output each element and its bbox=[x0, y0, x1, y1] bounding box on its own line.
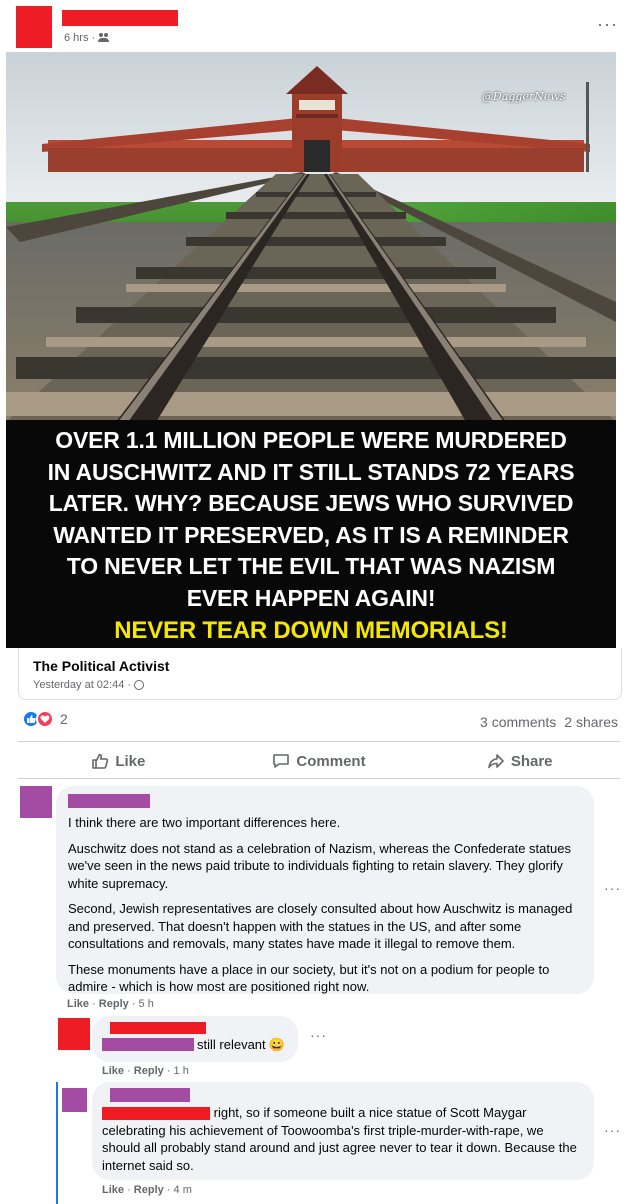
reply-avatar-redacted[interactable] bbox=[58, 1018, 90, 1050]
comment-label: Comment bbox=[296, 752, 366, 770]
reply-options-button[interactable]: ··· bbox=[604, 1122, 621, 1138]
comment-bubble-icon bbox=[273, 754, 290, 768]
post-image[interactable]: @DaggerNews OVER 1.1 MILLION PEOPLE WERE… bbox=[6, 52, 616, 648]
reply-text: celebrating his achievement of Toowoomba… bbox=[102, 1122, 577, 1173]
reply-like-button[interactable]: Like bbox=[102, 1184, 124, 1196]
like-button[interactable]: Like bbox=[18, 746, 219, 776]
comment-text: Auschwitz does not stand as a celebratio… bbox=[68, 840, 571, 891]
comment-text: Second, Jewish representatives are close… bbox=[68, 901, 573, 951]
comment-options-button[interactable]: ··· bbox=[604, 880, 621, 896]
author-avatar-redacted[interactable] bbox=[16, 6, 52, 48]
comment-like-button[interactable]: Like bbox=[67, 998, 89, 1010]
comment-text: These monuments have a place in our soci… bbox=[68, 961, 550, 995]
reaction-count: 2 bbox=[60, 711, 68, 727]
thumbs-up-icon bbox=[92, 753, 109, 769]
reply-time[interactable]: 4 m bbox=[174, 1184, 192, 1196]
reply-text: right, so if someone built a nice statue… bbox=[213, 1105, 527, 1120]
engagement-counts: 3 comments 2 shares bbox=[480, 714, 618, 730]
reply-author-name-redacted[interactable] bbox=[110, 1088, 190, 1102]
author-name-redacted[interactable] bbox=[62, 10, 178, 26]
reply-avatar-redacted[interactable] bbox=[62, 1088, 87, 1112]
smile-emoji-icon: 😀 bbox=[268, 1037, 285, 1052]
caption-line: TO NEVER LET THE EVIL THAT WAS NAZISM bbox=[66, 553, 556, 579]
reply-reply-button[interactable]: Reply bbox=[134, 1184, 164, 1196]
caption-line: LATER. WHY? BECAUSE JEWS WHO SURVIVED bbox=[48, 490, 574, 516]
shared-post-time[interactable]: Yesterday at 02:44 · bbox=[33, 679, 131, 691]
caption-text: OVER 1.1 MILLION PEOPLE WERE MURDERED IN… bbox=[6, 420, 616, 614]
comments-count-link[interactable]: 3 comments bbox=[480, 714, 556, 730]
post-time[interactable]: 6 hrs · bbox=[64, 32, 95, 44]
auschwitz-scene-illustration bbox=[6, 66, 616, 422]
reply-time[interactable]: 1 h bbox=[174, 1065, 189, 1077]
share-button[interactable]: Share bbox=[419, 746, 620, 776]
caption-highlight: NEVER TEAR DOWN MEMORIALS! bbox=[114, 617, 508, 644]
comment-button[interactable]: Comment bbox=[219, 746, 420, 776]
reply-actions: Like · Reply · 4 m bbox=[102, 1184, 192, 1196]
caption-line: IN AUSCHWITZ AND IT STILL STANDS 72 YEAR… bbox=[47, 458, 575, 485]
shared-page-name[interactable]: The Political Activist bbox=[33, 658, 169, 674]
love-reaction-icon bbox=[36, 710, 54, 728]
reply-like-button[interactable]: Like bbox=[102, 1065, 124, 1077]
comment-actions: Like · Reply · 5 h bbox=[67, 998, 154, 1010]
caption-line: WANTED IT PRESERVED, AS IT IS A REMINDER bbox=[53, 521, 569, 548]
reply-bubble: still relevant 😀 bbox=[92, 1016, 298, 1062]
reactions-summary[interactable]: 2 bbox=[22, 710, 68, 728]
facebook-post: 6 hrs · ··· @DaggerNews OVER 1.1 MILLION… bbox=[0, 0, 640, 1204]
commenter-name-redacted[interactable] bbox=[68, 794, 150, 808]
shared-page-card[interactable]: The Political Activist Yesterday at 02:4… bbox=[18, 648, 622, 700]
comment-bubble: I think there are two important differen… bbox=[56, 786, 594, 994]
shares-count-link[interactable]: 2 shares bbox=[564, 714, 618, 730]
caption-line: OVER 1.1 MILLION PEOPLE WERE MURDERED bbox=[55, 427, 567, 453]
caption-line: EVER HAPPEN AGAIN! bbox=[186, 584, 436, 611]
comment-reply-button[interactable]: Reply bbox=[99, 998, 129, 1010]
reply-text-block: right, so if someone built a nice statue… bbox=[102, 1104, 584, 1174]
post-meta: 6 hrs · bbox=[64, 32, 110, 44]
commenter-avatar-redacted[interactable] bbox=[20, 786, 52, 818]
share-arrow-icon bbox=[488, 754, 504, 769]
divider bbox=[18, 778, 620, 779]
globe-public-icon bbox=[134, 680, 145, 690]
reply-options-button[interactable]: ··· bbox=[310, 1027, 327, 1043]
image-caption: OVER 1.1 MILLION PEOPLE WERE MURDERED IN… bbox=[6, 420, 616, 648]
reply-bubble: right, so if someone built a nice statue… bbox=[92, 1082, 594, 1180]
comment-text: I think there are two important differen… bbox=[68, 815, 341, 830]
like-label: Like bbox=[115, 752, 146, 770]
share-label: Share bbox=[510, 752, 553, 770]
shared-post-meta: Yesterday at 02:44 · bbox=[33, 679, 145, 691]
reply-text-row: still relevant 😀 bbox=[102, 1036, 288, 1054]
image-watermark: @DaggerNews bbox=[482, 90, 566, 103]
reply-reply-button[interactable]: Reply bbox=[134, 1065, 164, 1077]
reply-text: still relevant bbox=[197, 1037, 266, 1052]
reply-actions: Like · Reply · 1 h bbox=[102, 1065, 189, 1077]
thread-connector-line bbox=[56, 1082, 58, 1204]
reply-author-name-redacted[interactable] bbox=[110, 1022, 206, 1034]
post-options-button[interactable]: ··· bbox=[597, 14, 618, 35]
tagged-name-redacted[interactable] bbox=[102, 1038, 194, 1052]
comment-time[interactable]: 5 h bbox=[139, 998, 154, 1010]
friends-audience-icon[interactable] bbox=[98, 33, 110, 43]
post-actions-bar: Like Comment Share bbox=[18, 746, 620, 776]
tagged-name-redacted[interactable] bbox=[102, 1107, 210, 1121]
divider bbox=[18, 741, 620, 742]
